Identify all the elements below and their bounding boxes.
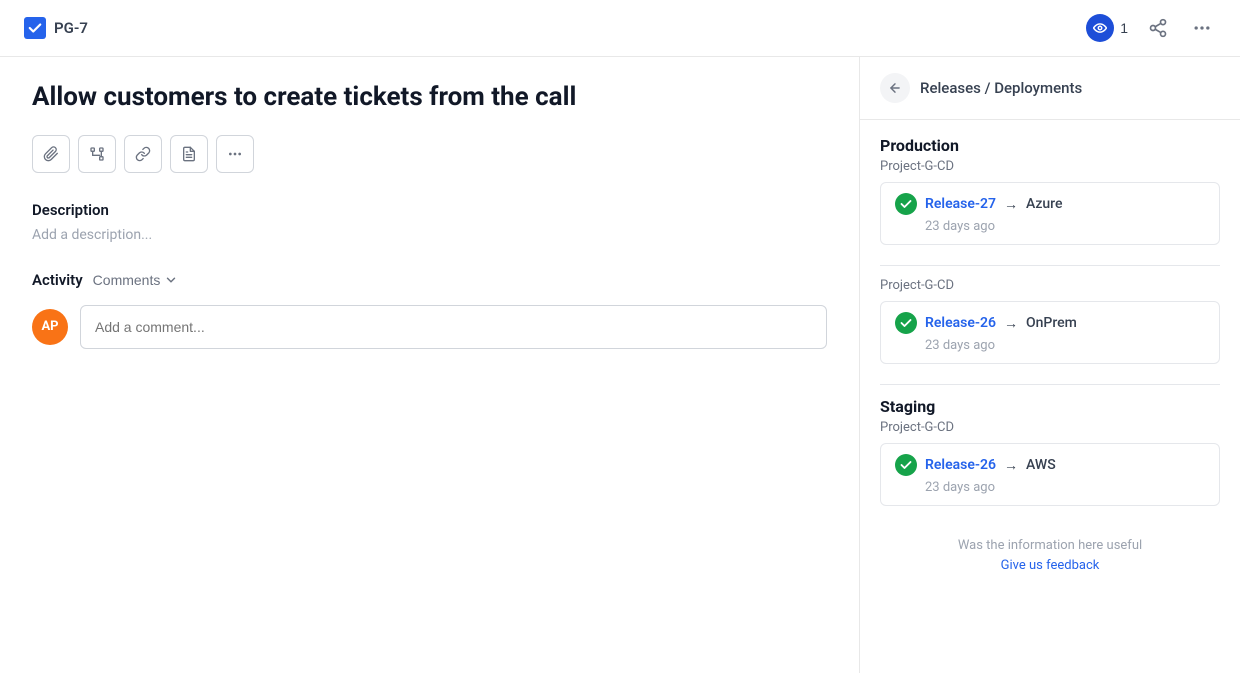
feedback-text: Was the information here useful [880, 538, 1220, 553]
link-icon [135, 146, 151, 162]
panel-title: Releases / Deployments [920, 79, 1082, 97]
share-button[interactable] [1144, 14, 1172, 42]
env-staging: Staging Project-G-CD Release-26 → AWS [880, 397, 1220, 506]
release-target-2: AWS [1026, 457, 1056, 473]
attachment-icon [43, 146, 59, 162]
comments-label: Comments [93, 272, 161, 288]
panel-content: Production Project-G-CD Release-27 → Azu… [860, 120, 1240, 593]
feedback-link[interactable]: Give us feedback [1001, 558, 1100, 573]
env-production: Production Project-G-CD Release-27 → Azu… [880, 136, 1220, 245]
hierarchy-button[interactable] [78, 135, 116, 173]
release-link-0[interactable]: Release-27 [925, 196, 996, 212]
left-panel: Allow customers to create tickets from t… [0, 57, 860, 673]
header-right: 1 [1086, 14, 1216, 42]
release-arrow-0: → [1004, 196, 1018, 213]
release-arrow-1: → [1004, 315, 1018, 332]
release-target-0: Azure [1026, 196, 1063, 212]
share-icon [1148, 18, 1168, 38]
document-icon [181, 146, 197, 162]
release-target-1: OnPrem [1026, 315, 1077, 331]
env-name-staging: Staging [880, 397, 1220, 416]
success-icon-0 [895, 193, 917, 215]
env-section-1: Project-G-CD Release-26 → OnPrem [880, 278, 1220, 364]
activity-section: Activity Comments AP [32, 271, 827, 349]
panel-header: Releases / Deployments [860, 57, 1240, 120]
release-row-1: Release-26 → OnPrem [895, 312, 1205, 334]
main-layout: Allow customers to create tickets from t… [0, 57, 1240, 673]
release-time-0: 23 days ago [895, 219, 1205, 234]
more-toolbar-icon [227, 146, 243, 162]
comment-input[interactable] [80, 305, 827, 349]
env-name-production: Production [880, 136, 1220, 155]
watch-button[interactable]: 1 [1086, 14, 1128, 42]
feedback-section: Was the information here useful Give us … [880, 526, 1220, 577]
release-link-1[interactable]: Release-26 [925, 315, 996, 331]
success-icon-1 [895, 312, 917, 334]
pipeline-name-2: Project-G-CD [880, 420, 1220, 435]
comments-dropdown[interactable]: Comments [93, 272, 179, 288]
release-item-2: Release-26 → AWS 23 days ago [880, 443, 1220, 506]
page-container: PG-7 1 [0, 0, 1240, 673]
release-link-2[interactable]: Release-26 [925, 457, 996, 473]
back-button[interactable] [880, 73, 910, 103]
more-options-button[interactable] [1188, 14, 1216, 42]
watch-count: 1 [1120, 20, 1128, 36]
link-button[interactable] [124, 135, 162, 173]
release-row-2: Release-26 → AWS [895, 454, 1205, 476]
chevron-down-icon [164, 273, 178, 287]
pipeline-name-0: Project-G-CD [880, 159, 1220, 174]
toolbar [32, 135, 827, 173]
header-left: PG-7 [24, 17, 88, 39]
document-button[interactable] [170, 135, 208, 173]
release-time-1: 23 days ago [895, 338, 1205, 353]
issue-title: Allow customers to create tickets from t… [32, 81, 827, 115]
ticket-id: PG-7 [54, 19, 88, 37]
pipeline-name-1: Project-G-CD [880, 278, 1220, 293]
release-arrow-2: → [1004, 457, 1018, 474]
description-placeholder[interactable]: Add a description... [32, 227, 827, 243]
header: PG-7 1 [0, 0, 1240, 57]
watch-icon [1086, 14, 1114, 42]
ticket-icon [24, 17, 46, 39]
description-label: Description [32, 201, 827, 219]
check-icon [28, 21, 42, 35]
release-item-1: Release-26 → OnPrem 23 days ago [880, 301, 1220, 364]
comment-row: AP [32, 305, 827, 349]
activity-header: Activity Comments [32, 271, 827, 289]
divider-1 [880, 384, 1220, 385]
activity-label: Activity [32, 271, 83, 289]
hierarchy-icon [89, 146, 105, 162]
release-item-0: Release-27 → Azure 23 days ago [880, 182, 1220, 245]
release-row-0: Release-27 → Azure [895, 193, 1205, 215]
right-panel: Releases / Deployments Production Projec… [860, 57, 1240, 673]
attachment-button[interactable] [32, 135, 70, 173]
divider-0 [880, 265, 1220, 266]
avatar: AP [32, 309, 68, 345]
more-icon [1192, 18, 1212, 38]
back-arrow-icon [888, 81, 902, 95]
success-icon-2 [895, 454, 917, 476]
release-time-2: 23 days ago [895, 480, 1205, 495]
more-toolbar-button[interactable] [216, 135, 254, 173]
